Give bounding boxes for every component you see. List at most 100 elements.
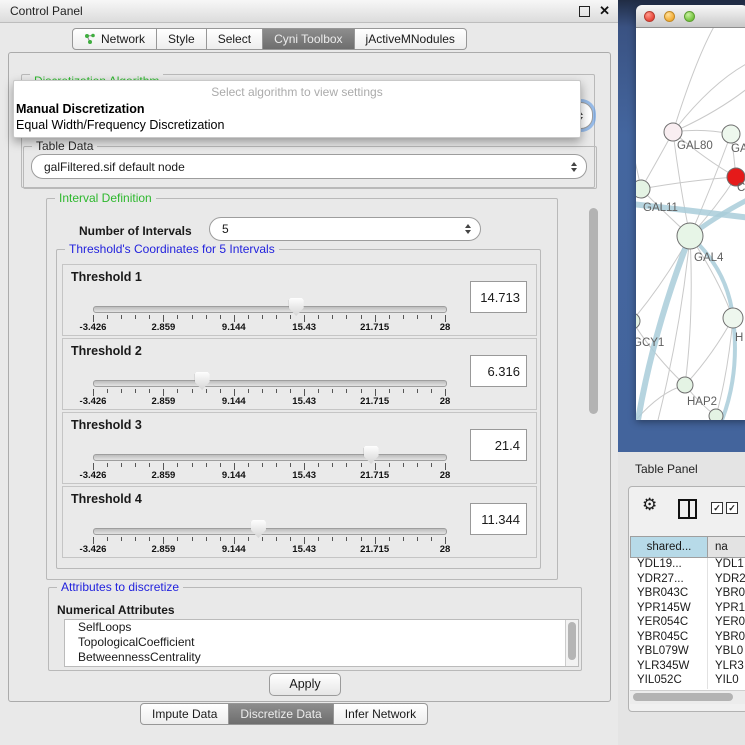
cell-shared-name[interactable]: YLR345W xyxy=(630,660,708,675)
cell-name[interactable]: YIL0 xyxy=(708,674,739,689)
table-row[interactable]: YBR043CYBR0 xyxy=(630,587,745,602)
threshold-value-field[interactable]: 6.316 xyxy=(470,355,527,387)
bottom-node[interactable] xyxy=(709,409,723,420)
major-tick xyxy=(163,537,164,544)
network-edge[interactable] xyxy=(641,132,673,189)
slider-track[interactable] xyxy=(93,380,447,387)
cell-shared-name[interactable]: YER054C xyxy=(630,616,708,631)
tab-impute-data[interactable]: Impute Data xyxy=(140,703,229,725)
top-right-node[interactable] xyxy=(722,125,740,143)
GCY1-node[interactable] xyxy=(636,313,640,329)
tab-jactivemnodules[interactable]: jActiveMNodules xyxy=(355,28,467,50)
attribute-list-item[interactable]: SelfLoops xyxy=(65,620,578,635)
network-canvas[interactable]: GAL80GACGAL11GAL4GCY1HHAP2 xyxy=(636,28,745,420)
slider-track[interactable] xyxy=(93,528,447,535)
table-row[interactable]: YDL19...YDL1 xyxy=(630,558,745,573)
window-minimize-icon[interactable] xyxy=(664,11,675,22)
HAP2-node[interactable] xyxy=(677,377,693,393)
table-row[interactable]: YLR345WYLR3 xyxy=(630,660,745,675)
tab-cyni-toolbox[interactable]: Cyni Toolbox xyxy=(263,28,354,50)
number-of-intervals-combobox[interactable]: 5 xyxy=(209,217,481,241)
cell-name[interactable]: YLR3 xyxy=(708,660,744,675)
network-edge[interactable] xyxy=(673,28,716,132)
threshold-value-field[interactable]: 11.344 xyxy=(470,503,527,535)
table-row[interactable]: YPR145WYPR1 xyxy=(630,602,745,617)
checkbox-icon[interactable]: ✓ xyxy=(711,502,723,514)
GAL80-node[interactable] xyxy=(664,123,682,141)
table-row[interactable]: YBR045CYBR0 xyxy=(630,631,745,646)
table-row[interactable]: YDR27...YDR2 xyxy=(630,573,745,588)
window-zoom-icon[interactable] xyxy=(684,11,695,22)
slider-thumb[interactable] xyxy=(364,446,379,464)
window-close-icon[interactable] xyxy=(644,11,655,22)
slider-track[interactable] xyxy=(93,306,447,313)
attribute-list-item[interactable]: TopologicalCoefficient xyxy=(65,635,578,650)
table-hscroll-thumb[interactable] xyxy=(633,693,733,701)
slider-thumb[interactable] xyxy=(195,372,210,390)
cell-name[interactable]: YBR0 xyxy=(708,587,745,602)
minor-tick xyxy=(431,389,432,393)
minor-tick xyxy=(417,463,418,467)
threshold-value-field[interactable]: 21.4 xyxy=(470,429,527,461)
minor-tick xyxy=(206,537,207,541)
slider-thumb[interactable] xyxy=(251,520,266,538)
tick-label: -3.426 xyxy=(80,544,107,555)
checkbox-icon[interactable]: ✓ xyxy=(726,502,738,514)
cell-shared-name[interactable]: YBR043C xyxy=(630,587,708,602)
minor-tick xyxy=(417,389,418,393)
attributes-list-scroll-thumb[interactable] xyxy=(568,622,576,660)
column-view-icon[interactable] xyxy=(678,499,697,519)
cell-shared-name[interactable]: YBL079W xyxy=(630,645,708,660)
GAL4-node[interactable] xyxy=(677,223,703,249)
cell-shared-name[interactable]: YPR145W xyxy=(630,602,708,617)
network-edge[interactable] xyxy=(641,177,736,189)
minor-tick xyxy=(107,315,108,319)
cell-name[interactable]: YBR0 xyxy=(708,631,745,646)
attributes-list-scrollbar[interactable] xyxy=(565,620,578,666)
table-horizontal-scrollbar[interactable] xyxy=(630,690,745,704)
settings-vertical-scrollbar[interactable] xyxy=(589,208,598,414)
H-node[interactable] xyxy=(723,308,743,328)
column-header-name[interactable]: na xyxy=(708,536,745,558)
close-panel-icon[interactable]: ✕ xyxy=(599,3,610,19)
network-thick-edge[interactable] xyxy=(690,236,733,318)
GAL11-node[interactable] xyxy=(636,180,650,198)
tab-select[interactable]: Select xyxy=(207,28,263,50)
cell-shared-name[interactable]: YIL052C xyxy=(630,674,708,689)
minor-tick xyxy=(318,389,319,393)
threshold-value-field[interactable]: 14.713 xyxy=(470,281,527,313)
float-panel-icon[interactable] xyxy=(579,6,590,17)
table-rows: YDL19...YDL1YDR27...YDR2YBR043CYBR0YPR14… xyxy=(630,558,745,690)
table-data-combobox[interactable]: galFiltered.sif default node xyxy=(31,154,587,179)
cell-name[interactable]: YPR1 xyxy=(708,602,745,617)
network-window-titlebar[interactable] xyxy=(636,5,745,28)
tab-style[interactable]: Style xyxy=(157,28,207,50)
cell-name[interactable]: YER0 xyxy=(708,616,745,631)
table-row[interactable]: YBL079WYBL0 xyxy=(630,645,745,660)
network-edge[interactable] xyxy=(685,236,691,385)
slider-track[interactable] xyxy=(93,454,447,461)
slider-thumb[interactable] xyxy=(289,298,304,316)
numerical-attributes-list[interactable]: SelfLoopsTopologicalCoefficientBetweenne… xyxy=(64,619,579,667)
column-header-shared[interactable]: shared... xyxy=(630,536,708,558)
tab-network-label: Network xyxy=(101,32,145,46)
major-tick xyxy=(163,315,164,322)
cell-shared-name[interactable]: YDR27... xyxy=(630,573,708,588)
algorithm-option-manual-discretization[interactable]: Manual Discretization xyxy=(16,102,145,116)
cell-name[interactable]: YDL1 xyxy=(708,558,744,573)
tab-network[interactable]: Network xyxy=(72,28,157,50)
table-row[interactable]: YER054CYER0 xyxy=(630,616,745,631)
network-edge[interactable] xyxy=(690,236,733,318)
cell-shared-name[interactable]: YDL19... xyxy=(630,558,708,573)
table-row[interactable]: YIL052CYIL0 xyxy=(630,674,745,689)
tab-infer-network[interactable]: Infer Network xyxy=(334,703,428,725)
tab-discretize-data[interactable]: Discretize Data xyxy=(229,703,333,725)
cell-name[interactable]: YBL0 xyxy=(708,645,743,660)
cell-shared-name[interactable]: YBR045C xyxy=(630,631,708,646)
cell-name[interactable]: YDR2 xyxy=(708,573,745,588)
gear-icon[interactable]: ⚙ xyxy=(642,495,657,515)
apply-button[interactable]: Apply xyxy=(269,673,341,696)
attribute-list-item[interactable]: BetweennessCentrality xyxy=(65,650,578,665)
app-screen: Control Panel ✕ Network Style Select xyxy=(0,0,745,745)
algorithm-option-equal-width-frequency[interactable]: Equal Width/Frequency Discretization xyxy=(16,118,224,132)
